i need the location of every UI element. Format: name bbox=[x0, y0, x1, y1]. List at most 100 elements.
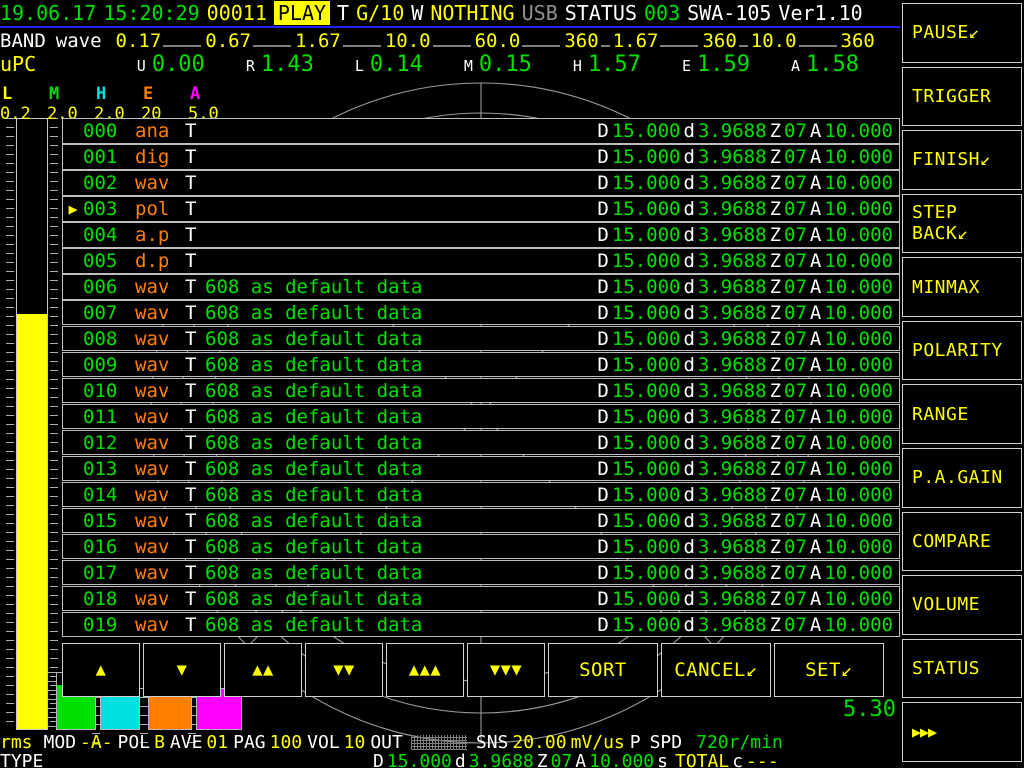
row-measurements: D 15.000 d 3.9688 Z 07 A 10.000 bbox=[594, 328, 899, 350]
table-row[interactable]: 012 wav T 608 as default data D 15.000 d 3.9688… bbox=[62, 429, 900, 456]
row-d-value: 15.000 bbox=[611, 431, 681, 454]
table-row[interactable]: 006 wav T 608 as default data D 15.000 d 3.9688… bbox=[62, 273, 900, 300]
table-row[interactable]: 017 wav T 608 as default data D 15.000 d 3.9688… bbox=[62, 559, 900, 586]
row-dd-key: d bbox=[683, 301, 695, 324]
row-d-key: D bbox=[597, 587, 609, 610]
sort-button[interactable]: SORT bbox=[548, 643, 658, 697]
row-type: wav bbox=[135, 327, 170, 350]
status-d-value: 15.000 bbox=[386, 750, 452, 768]
row-index: 013 bbox=[83, 457, 118, 480]
row-dd-value: 3.9688 bbox=[697, 301, 767, 324]
compare-button[interactable]: COMPARE bbox=[902, 511, 1022, 572]
down-two-button[interactable]: ▼▼ bbox=[305, 643, 383, 697]
table-row[interactable]: 015 wav T 608 as default data D 15.000 d 3.9688… bbox=[62, 507, 900, 534]
row-note: 608 as default data bbox=[205, 587, 423, 610]
pa-gain-button-label: P.A.GAIN bbox=[912, 467, 1003, 489]
row-measurements: D 15.000 d 3.9688 Z 07 A 10.000 bbox=[594, 302, 899, 324]
row-a-key: A bbox=[809, 535, 822, 558]
row-measurements: D 15.000 d 3.9688 Z 07 A 10.000 bbox=[594, 588, 899, 610]
l-meter-fill bbox=[17, 314, 47, 729]
row-index: 006 bbox=[83, 275, 118, 298]
minmax-button-label: MINMAX bbox=[912, 276, 981, 298]
next-page-button[interactable]: ▶▶▶ bbox=[902, 702, 1022, 762]
row-index: 016 bbox=[83, 535, 118, 558]
table-row[interactable]: 004 a.p T D 15.000 d 3.9688 Z 07 A 10.000 bbox=[62, 221, 900, 248]
table-row[interactable]: 007 wav T 608 as default data D 15.000 d 3.9688… bbox=[62, 299, 900, 326]
volume-button[interactable]: VOLUME bbox=[902, 575, 1022, 635]
row-index: 007 bbox=[83, 301, 118, 324]
polarity-button[interactable]: POLARITY bbox=[902, 320, 1022, 381]
table-row[interactable]: 009 wav T 608 as default data D 15.000 d 3.9688… bbox=[62, 351, 900, 378]
set-button[interactable]: SET↙ bbox=[774, 643, 884, 697]
table-row[interactable]: 010 wav T 608 as default data D 15.000 d 3.9688… bbox=[62, 377, 900, 404]
row-z-key: Z bbox=[769, 145, 782, 168]
row-t-flag: T bbox=[185, 353, 197, 376]
row-type: dig bbox=[135, 145, 170, 168]
status-a-key: A bbox=[575, 750, 587, 768]
row-t-flag: T bbox=[185, 535, 197, 558]
row-measurements: D 15.000 d 3.9688 Z 07 A 10.000 bbox=[594, 510, 899, 532]
row-a-value: 10.000 bbox=[824, 483, 893, 506]
row-type: wav bbox=[135, 301, 170, 324]
row-z-value: 07 bbox=[784, 535, 807, 558]
minmax-button[interactable]: MINMAX bbox=[902, 257, 1022, 317]
pag-value: 100 bbox=[269, 731, 303, 753]
table-row[interactable]: 002 wav T D 15.000 d 3.9688 Z 07 A 10.000 bbox=[62, 169, 900, 196]
row-measurements: D 15.000 d 3.9688 Z 07 A 10.000 bbox=[594, 198, 899, 220]
data-table: 000 ana T D 15.000 d 3.9688 Z 07 A 10.000 001 dig T D 1… bbox=[62, 118, 900, 638]
row-measurements: D 15.000 d 3.9688 Z 07 A 10.000 bbox=[594, 172, 899, 194]
step-back-button[interactable]: STEP BACK↙ bbox=[902, 193, 1022, 254]
status-button[interactable]: STATUS bbox=[902, 638, 1022, 699]
row-d-key: D bbox=[597, 301, 609, 324]
up-one-button[interactable]: ▲ bbox=[62, 643, 140, 697]
table-row[interactable]: 019 wav T 608 as default data D 15.000 d 3.9688… bbox=[62, 611, 900, 638]
band-value-0: 0.17 bbox=[115, 30, 162, 52]
row-measurements: D 15.000 d 3.9688 Z 07 A 10.000 bbox=[594, 614, 899, 636]
table-row[interactable]: 008 wav T 608 as default data D 15.000 d 3.9688… bbox=[62, 325, 900, 352]
row-z-value: 07 bbox=[784, 171, 807, 194]
table-row[interactable]: 005 d.p T D 15.000 d 3.9688 Z 07 A 10.000 bbox=[62, 247, 900, 274]
table-row[interactable]: ▶ 003 pol T D 15.000 d 3.9688 Z 07 A 10.000 bbox=[62, 195, 900, 222]
next-page-button-label: ▶▶▶ bbox=[912, 723, 937, 742]
table-row[interactable]: 001 dig T D 15.000 d 3.9688 Z 07 A 10.000 bbox=[62, 143, 900, 170]
compare-button-label: COMPARE bbox=[912, 530, 992, 552]
down-three-button[interactable]: ▼▼▼ bbox=[467, 643, 545, 697]
band-connector-2 bbox=[342, 36, 383, 47]
table-row[interactable]: 016 wav T 608 as default data D 15.000 d 3.9688… bbox=[62, 533, 900, 560]
status-button-label: STATUS bbox=[912, 658, 981, 680]
row-note: 608 as default data bbox=[205, 327, 423, 350]
pa-gain-button[interactable]: P.A.GAIN bbox=[902, 448, 1022, 508]
table-row[interactable]: 013 wav T 608 as default data D 15.000 d 3.9688… bbox=[62, 455, 900, 482]
header-w-value: NOTHING bbox=[430, 0, 515, 25]
finish-button[interactable]: FINISH↙ bbox=[902, 130, 1022, 190]
row-z-value: 07 bbox=[784, 431, 807, 454]
firmware-version: Ver1.10 bbox=[778, 0, 863, 25]
cancel-button[interactable]: CANCEL↙ bbox=[661, 643, 771, 697]
row-measurements: D 15.000 d 3.9688 Z 07 A 10.000 bbox=[594, 432, 899, 454]
row-index: 002 bbox=[83, 171, 118, 194]
table-row[interactable]: 014 wav T 608 as default data D 15.000 d 3.9688… bbox=[62, 481, 900, 508]
table-row[interactable]: 011 wav T 608 as default data D 15.000 d 3.9688… bbox=[62, 403, 900, 430]
up-three-button[interactable]: ▲▲▲ bbox=[386, 643, 464, 697]
trigger-button[interactable]: TRIGGER bbox=[902, 66, 1022, 127]
header-t-value: G/10 bbox=[356, 0, 405, 25]
pause-button[interactable]: PAUSE↙ bbox=[902, 3, 1022, 63]
range-button[interactable]: RANGE bbox=[902, 384, 1022, 445]
table-row[interactable]: 000 ana T D 15.000 d 3.9688 Z 07 A 10.000 bbox=[62, 118, 900, 144]
row-d-key: D bbox=[597, 145, 609, 168]
down-one-button[interactable]: ▼ bbox=[143, 643, 221, 697]
row-a-value: 10.000 bbox=[824, 561, 893, 584]
row-note: 608 as default data bbox=[205, 301, 423, 324]
legend-key-E: E bbox=[143, 84, 154, 104]
up-two-button[interactable]: ▲▲ bbox=[224, 643, 302, 697]
total-label: TOTAL bbox=[675, 750, 730, 768]
row-d-key: D bbox=[597, 535, 609, 558]
finish-button-label: FINISH↙ bbox=[912, 149, 992, 171]
row-dd-value: 3.9688 bbox=[697, 535, 767, 558]
row-z-key: Z bbox=[769, 275, 782, 298]
row-d-value: 15.000 bbox=[611, 535, 681, 558]
row-dd-key: d bbox=[683, 561, 695, 584]
table-row[interactable]: 018 wav T 608 as default data D 15.000 d 3.9688… bbox=[62, 585, 900, 612]
row-dd-value: 3.9688 bbox=[697, 145, 767, 168]
row-z-key: Z bbox=[769, 457, 782, 480]
